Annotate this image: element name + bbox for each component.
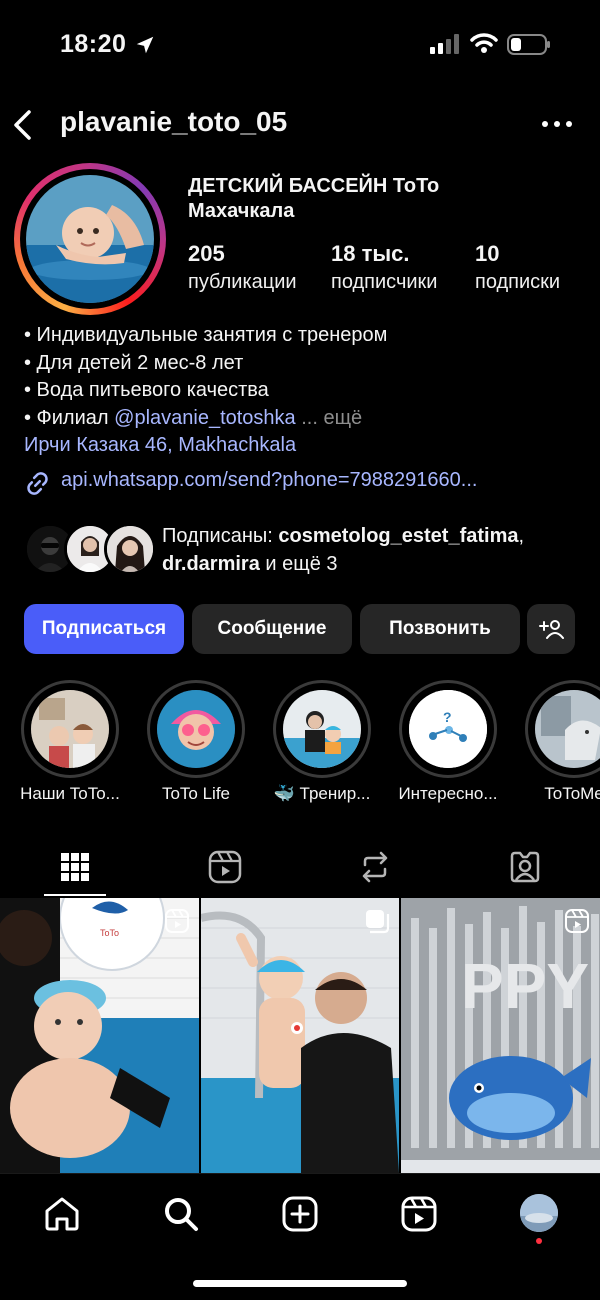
story-highlights: Наши ToTo... ToTo Life 🐳 Тренир... ? Инт…: [0, 680, 600, 810]
branch-mention-link[interactable]: @plavanie_totoshka: [114, 407, 296, 429]
bio-address-link[interactable]: Ирчи Казака 46, Makhachkala: [24, 432, 584, 460]
bio-line: • Для детей 2 мес-8 лет: [24, 351, 244, 374]
posts-grid: ToTo PPY: [0, 898, 600, 1173]
highlight-item[interactable]: 🐳 Тренир...: [262, 680, 382, 810]
highlight-label: ToTo Life: [161, 784, 231, 803]
highlight-label: Интересно...: [398, 784, 498, 803]
more-options-icon[interactable]: [540, 114, 574, 134]
cellular-signal-icon: [430, 34, 459, 54]
highlight-label: ToToMe: [544, 784, 600, 803]
highlight-cover: [283, 690, 361, 768]
reels-icon: [208, 850, 242, 884]
tab-posts-grid[interactable]: [0, 838, 150, 896]
profile-content-tabs: [0, 838, 600, 898]
mutual-follower-avatar: [104, 523, 156, 575]
grid-icon: [61, 853, 89, 881]
bio-more-button[interactable]: ... ещё: [296, 407, 362, 429]
avatar-image: [26, 175, 154, 303]
post-thumbnail[interactable]: [201, 898, 399, 1173]
reels-icon: [401, 1196, 437, 1232]
nav-create[interactable]: [278, 1192, 322, 1236]
posts-label: публикации: [188, 271, 297, 293]
reel-badge-icon: [565, 909, 589, 933]
wifi-icon: [470, 33, 498, 53]
home-icon: [45, 1197, 79, 1231]
search-icon: [165, 1198, 198, 1231]
active-tab-indicator: [44, 894, 106, 896]
followed-by-suffix: и ещё 3: [259, 553, 338, 575]
bottom-navigation: [0, 1173, 600, 1300]
nav-profile-avatar[interactable]: [520, 1194, 558, 1232]
display-name-line1: ДЕТСКИЙ БАССЕЙН ТоТо: [188, 175, 440, 197]
link-chain-icon: [27, 472, 48, 495]
highlight-cover: [157, 690, 235, 768]
nav-home[interactable]: [40, 1192, 84, 1236]
nav-reels[interactable]: [397, 1192, 441, 1236]
highlight-cover: [535, 690, 600, 768]
svg-text:?: ?: [443, 709, 452, 725]
nav-search[interactable]: [159, 1192, 203, 1236]
stat-following[interactable]: 10 подписки: [475, 240, 560, 296]
highlight-cover: [31, 690, 109, 768]
status-bar: 18:20: [0, 0, 600, 90]
stat-followers[interactable]: 18 тыс. подписчики: [331, 240, 437, 296]
website-url[interactable]: api.whatsapp.com/send?phone=7988291660..…: [61, 469, 477, 492]
mutual-follower-name: dr.darmira: [162, 553, 260, 575]
highlight-item[interactable]: Наши ToTo...: [10, 680, 130, 810]
message-button[interactable]: Сообщение: [192, 604, 352, 654]
follow-button[interactable]: Подписаться: [24, 604, 184, 654]
branch-prefix: • Филиал: [24, 406, 115, 429]
followers-count: 18 тыс.: [331, 241, 410, 266]
suggested-users-button[interactable]: [527, 604, 575, 654]
stat-posts[interactable]: 205 публикации: [188, 240, 297, 296]
mutual-followers-text[interactable]: Подписаны: cosmetolog_estet_fatima, dr.d…: [162, 522, 592, 578]
highlight-item[interactable]: ? Интересно...: [388, 680, 508, 810]
post-thumbnail[interactable]: PPY: [401, 898, 600, 1173]
highlight-label: Наши ToTo...: [20, 784, 120, 803]
followed-by-separator: ,: [518, 525, 525, 547]
profile-header: plavanie_toto_05: [0, 100, 600, 150]
mutual-followers-avatars[interactable]: [24, 523, 156, 575]
svg-text:PPY: PPY: [461, 950, 589, 1022]
bio-branch-line: • Филиал @plavanie_totoshka ... ещё: [24, 405, 584, 433]
location-arrow-icon: [136, 36, 154, 54]
svg-text:ToTo: ToTo: [100, 928, 119, 938]
notification-dot: [536, 1238, 542, 1244]
profile-bio: • Индивидуальные занятия с тренером • Дл…: [24, 322, 584, 460]
posts-count: 205: [188, 241, 225, 266]
back-chevron-icon[interactable]: [10, 108, 36, 142]
followers-label: подписчики: [331, 271, 438, 293]
mutual-follower-name: cosmetolog_estet_fatima: [278, 525, 519, 547]
following-count: 10: [475, 241, 500, 266]
repost-icon: [362, 851, 388, 883]
followed-by-prefix: Подписаны:: [162, 525, 279, 547]
add-person-icon: [539, 620, 564, 639]
highlight-label: 🐳 Тренир...: [273, 784, 371, 803]
bio-line: • Вода питьевого качества: [24, 379, 269, 401]
create-post-icon: [282, 1196, 318, 1232]
reel-badge-icon: [165, 909, 189, 933]
battery-icon: [507, 34, 550, 55]
post-thumbnail[interactable]: ToTo: [0, 898, 199, 1173]
tab-reposts[interactable]: [300, 838, 450, 896]
highlight-item[interactable]: ToTo Life: [136, 680, 256, 810]
tab-reels[interactable]: [150, 838, 300, 896]
tagged-person-icon: [510, 851, 540, 883]
bio-line: • Индивидуальные занятия с тренером: [24, 324, 388, 346]
carousel-badge-icon: [366, 910, 390, 934]
profile-stats: 205 публикации 18 тыс. подписчики 10 под…: [188, 240, 588, 300]
home-indicator: [193, 1280, 407, 1287]
tab-tagged[interactable]: [450, 838, 600, 896]
profile-username: plavanie_toto_05: [60, 106, 288, 137]
highlight-cover: ?: [409, 690, 487, 768]
profile-display-name: ДЕТСКИЙ БАССЕЙН ТоТо Махачкала: [188, 174, 588, 224]
following-label: подписки: [475, 271, 561, 293]
highlight-item[interactable]: ToToMe: [514, 680, 600, 810]
display-name-line2: Махачкала: [188, 200, 295, 222]
profile-avatar[interactable]: [14, 163, 166, 315]
status-time: 18:20: [60, 30, 127, 58]
bio-website-link[interactable]: api.whatsapp.com/send?phone=7988291660..…: [24, 467, 584, 497]
call-button[interactable]: Позвонить: [360, 604, 520, 654]
